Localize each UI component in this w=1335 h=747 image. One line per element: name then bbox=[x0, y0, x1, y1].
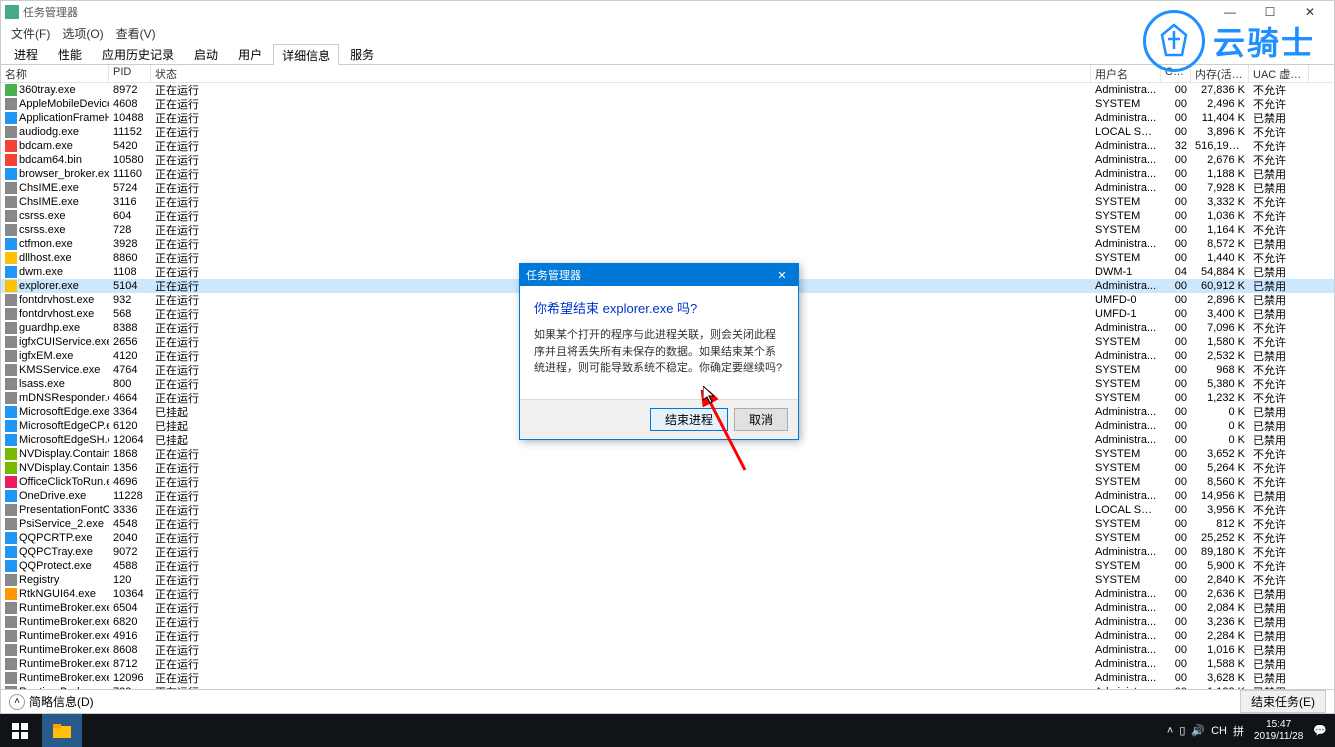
tray-notifications-icon[interactable]: 💬 bbox=[1313, 724, 1327, 737]
table-row[interactable]: 360tray.exe8972正在运行Administra...0027,836… bbox=[1, 83, 1334, 97]
col-header-pid[interactable]: PID bbox=[109, 65, 151, 82]
tab-3[interactable]: 启动 bbox=[185, 43, 227, 64]
tray-chevron-icon[interactable]: ˄ bbox=[1167, 725, 1173, 737]
table-row[interactable]: OfficeClickToRun.exe4696正在运行SYSTEM008,56… bbox=[1, 475, 1334, 489]
table-row[interactable]: csrss.exe604正在运行SYSTEM001,036 K不允许 bbox=[1, 209, 1334, 223]
menubar: 文件(F) 选项(O) 查看(V) bbox=[1, 23, 1334, 43]
tray-ime2[interactable]: 拼 bbox=[1233, 723, 1244, 739]
statusbar: ˄ 简略信息(D) 结束任务(E) bbox=[1, 689, 1334, 713]
table-row[interactable]: ctfmon.exe3928正在运行Administra...008,572 K… bbox=[1, 237, 1334, 251]
tab-6[interactable]: 服务 bbox=[341, 43, 383, 64]
dialog-cancel-button[interactable]: 取消 bbox=[734, 408, 788, 431]
watermark-logo: 云骑士 bbox=[1143, 10, 1315, 72]
confirm-dialog: 任务管理器 ✕ 你希望结束 explorer.exe 吗? 如果某个打开的程序与… bbox=[519, 263, 799, 440]
window-title: 任务管理器 bbox=[23, 4, 78, 20]
table-row[interactable]: AppleMobileDevice...4608正在运行SYSTEM002,49… bbox=[1, 97, 1334, 111]
table-row[interactable]: RuntimeBroker.exe8608正在运行Administra...00… bbox=[1, 643, 1334, 657]
table-row[interactable]: RuntimeBroker.exe6820正在运行Administra...00… bbox=[1, 615, 1334, 629]
table-row[interactable]: PresentationFontCa...3336正在运行LOCAL SER..… bbox=[1, 503, 1334, 517]
tray-volume-icon[interactable]: 🔊 bbox=[1191, 724, 1205, 737]
tab-2[interactable]: 应用历史记录 bbox=[93, 43, 183, 64]
app-icon bbox=[5, 5, 19, 19]
tab-4[interactable]: 用户 bbox=[229, 43, 271, 64]
tray-network-icon[interactable]: ▯ bbox=[1179, 724, 1185, 737]
titlebar[interactable]: 任务管理器 — ☐ ✕ bbox=[1, 1, 1334, 23]
system-tray: ˄ ▯ 🔊 CH 拼 15:47 2019/11/28 💬 bbox=[1159, 719, 1335, 743]
dialog-titlebar[interactable]: 任务管理器 ✕ bbox=[520, 264, 798, 286]
dialog-body-text: 如果某个打开的程序与此进程关联，则会关闭此程序并且将丢失所有未保存的数据。如果结… bbox=[534, 327, 784, 377]
table-row[interactable]: NVDisplay.Containe...1868正在运行SYSTEM003,6… bbox=[1, 447, 1334, 461]
fewer-details-button[interactable]: ˄ 简略信息(D) bbox=[9, 693, 94, 710]
col-header-status[interactable]: 状态 bbox=[151, 65, 1091, 82]
table-row[interactable]: OneDrive.exe11228正在运行Administra...0014,9… bbox=[1, 489, 1334, 503]
logo-text: 云骑士 bbox=[1213, 18, 1315, 64]
table-row[interactable]: RuntimeBroker.exe732正在运行Administra...001… bbox=[1, 685, 1334, 689]
table-row[interactable]: csrss.exe728正在运行SYSTEM001,164 K不允许 bbox=[1, 223, 1334, 237]
table-row[interactable]: bdcam.exe5420正在运行Administra...32516,196 … bbox=[1, 139, 1334, 153]
dialog-heading: 你希望结束 explorer.exe 吗? bbox=[534, 298, 784, 317]
menu-view[interactable]: 查看(V) bbox=[110, 23, 162, 43]
menu-options[interactable]: 选项(O) bbox=[56, 23, 109, 43]
table-row[interactable]: audiodg.exe11152正在运行LOCAL SER...003,896 … bbox=[1, 125, 1334, 139]
table-row[interactable]: RuntimeBroker.exe4916正在运行Administra...00… bbox=[1, 629, 1334, 643]
table-row[interactable]: browser_broker.exe11160正在运行Administra...… bbox=[1, 167, 1334, 181]
table-row[interactable]: QQPCTray.exe9072正在运行Administra...0089,18… bbox=[1, 545, 1334, 559]
table-row[interactable]: bdcam64.bin10580正在运行Administra...002,676… bbox=[1, 153, 1334, 167]
table-row[interactable]: NVDisplay.Containe...1356正在运行SYSTEM005,2… bbox=[1, 461, 1334, 475]
end-task-button[interactable]: 结束任务(E) bbox=[1240, 690, 1326, 713]
table-row[interactable]: RuntimeBroker.exe8712正在运行Administra...00… bbox=[1, 657, 1334, 671]
chevron-up-icon: ˄ bbox=[9, 694, 25, 710]
taskbar-clock[interactable]: 15:47 2019/11/28 bbox=[1254, 719, 1303, 743]
table-row[interactable]: Registry120正在运行SYSTEM002,840 K不允许 bbox=[1, 573, 1334, 587]
logo-icon bbox=[1143, 10, 1205, 72]
menu-file[interactable]: 文件(F) bbox=[5, 23, 56, 43]
tab-5[interactable]: 详细信息 bbox=[273, 44, 339, 65]
table-row[interactable]: QQPCRTP.exe2040正在运行SYSTEM0025,252 K不允许 bbox=[1, 531, 1334, 545]
dialog-close-button[interactable]: ✕ bbox=[772, 269, 792, 282]
table-header: 名称 PID 状态 用户名 CPU 内存(活动的)... UAC 虚拟化 bbox=[1, 65, 1334, 83]
table-row[interactable]: PsiService_2.exe4548正在运行SYSTEM00812 K不允许 bbox=[1, 517, 1334, 531]
table-row[interactable]: RuntimeBroker.exe6504正在运行Administra...00… bbox=[1, 601, 1334, 615]
start-button[interactable] bbox=[0, 714, 40, 747]
tab-0[interactable]: 进程 bbox=[5, 43, 47, 64]
tab-1[interactable]: 性能 bbox=[49, 43, 91, 64]
table-row[interactable]: QQProtect.exe4588正在运行SYSTEM005,900 K不允许 bbox=[1, 559, 1334, 573]
taskbar-app-explorer[interactable] bbox=[42, 714, 82, 747]
dialog-confirm-button[interactable]: 结束进程 bbox=[650, 408, 728, 431]
col-header-name[interactable]: 名称 bbox=[1, 65, 109, 82]
dialog-title: 任务管理器 bbox=[526, 267, 581, 283]
table-row[interactable]: RuntimeBroker.exe12096正在运行Administra...0… bbox=[1, 671, 1334, 685]
table-row[interactable]: ApplicationFrameH...10488正在运行Administra.… bbox=[1, 111, 1334, 125]
taskbar[interactable]: ˄ ▯ 🔊 CH 拼 15:47 2019/11/28 💬 bbox=[0, 714, 1335, 747]
tray-ime[interactable]: CH bbox=[1211, 725, 1227, 737]
table-row[interactable]: ChsIME.exe5724正在运行Administra...007,928 K… bbox=[1, 181, 1334, 195]
tab-bar: 进程性能应用历史记录启动用户详细信息服务 bbox=[1, 43, 1334, 65]
table-row[interactable]: RtkNGUI64.exe10364正在运行Administra...002,6… bbox=[1, 587, 1334, 601]
table-row[interactable]: ChsIME.exe3116正在运行SYSTEM003,332 K不允许 bbox=[1, 195, 1334, 209]
